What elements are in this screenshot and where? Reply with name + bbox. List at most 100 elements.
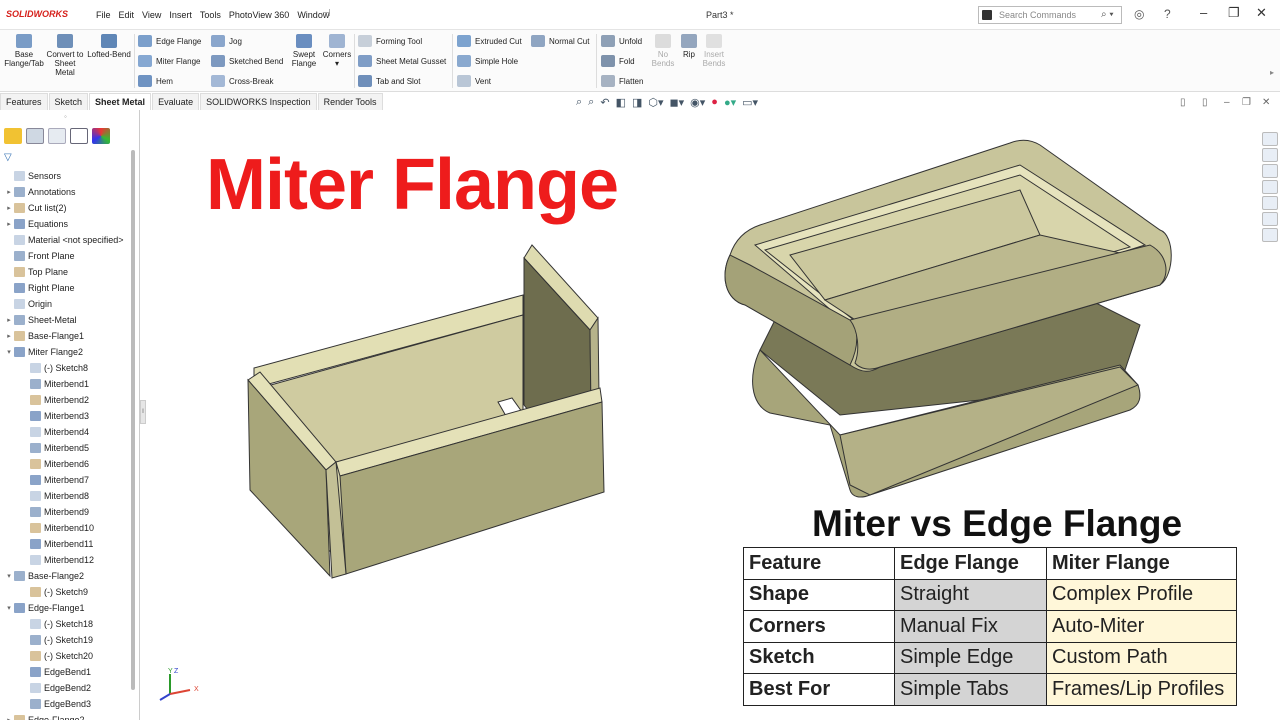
expand-arrow-icon[interactable]: ▾: [4, 348, 14, 356]
lofted-bend-button[interactable]: Lofted-Bend: [84, 34, 134, 59]
tree-node[interactable]: Miterbend10: [0, 520, 138, 536]
expand-arrow-icon[interactable]: ▸: [4, 716, 14, 720]
fold-button[interactable]: Fold: [601, 55, 635, 67]
tree-node[interactable]: Front Plane: [0, 248, 138, 264]
tree-node[interactable]: Miterbend7: [0, 472, 138, 488]
view-orientation-icon[interactable]: ⬡▾: [648, 96, 663, 109]
menu-photoview[interactable]: PhotoView 360: [229, 10, 289, 20]
viewport-tile-icon[interactable]: ▯: [1180, 97, 1186, 108]
tree-node[interactable]: Miterbend3: [0, 408, 138, 424]
tree-node[interactable]: ▾ Miter Flange2: [0, 344, 138, 360]
property-manager-tab-icon[interactable]: [26, 128, 44, 144]
display-manager-tab-icon[interactable]: [92, 128, 110, 144]
feature-manager-tab-icon[interactable]: [4, 128, 22, 144]
jog-button[interactable]: Jog: [211, 35, 242, 47]
menu-insert[interactable]: Insert: [169, 10, 192, 20]
appearances-icon[interactable]: [1262, 212, 1278, 226]
tree-node[interactable]: Miterbend1: [0, 376, 138, 392]
solidworks-resources-icon[interactable]: [1262, 132, 1278, 146]
display-style-icon[interactable]: ◼▾: [670, 96, 685, 109]
tree-node[interactable]: Miterbend8: [0, 488, 138, 504]
view-settings-icon[interactable]: ▭▾: [742, 96, 758, 109]
tree-node[interactable]: ▸ Equations: [0, 216, 138, 232]
tree-scrollbar[interactable]: [131, 150, 135, 690]
tree-node[interactable]: Miterbend4: [0, 424, 138, 440]
dimxpert-tab-icon[interactable]: [70, 128, 88, 144]
pin-icon[interactable]: ⊣: [322, 8, 331, 19]
edit-appearance-icon[interactable]: ●: [711, 96, 718, 109]
expand-arrow-icon[interactable]: ▸: [4, 316, 14, 324]
simple-hole-button[interactable]: Simple Hole: [457, 55, 518, 67]
hide-show-icon[interactable]: ◉▾: [690, 96, 705, 109]
viewport-restore-icon[interactable]: ❐: [1242, 97, 1251, 108]
tree-node[interactable]: Miterbend12: [0, 552, 138, 568]
tab-features[interactable]: Features: [0, 93, 48, 110]
ribbon-expand-icon[interactable]: ▸: [1270, 68, 1274, 77]
configuration-manager-tab-icon[interactable]: [48, 128, 66, 144]
rip-button[interactable]: Rip: [678, 34, 700, 59]
expand-arrow-icon[interactable]: ▸: [4, 220, 14, 228]
expand-arrow-icon[interactable]: ▾: [4, 604, 14, 612]
tree-node[interactable]: Origin: [0, 296, 138, 312]
swept-flange-button[interactable]: Swept Flange: [288, 34, 320, 68]
filter-icon[interactable]: ▽: [4, 152, 12, 163]
viewport-minimize-icon[interactable]: –: [1224, 97, 1230, 108]
custom-properties-icon[interactable]: [1262, 228, 1278, 242]
search-commands-input[interactable]: Search Commands ⌕ ▾: [978, 6, 1122, 24]
expand-arrow-icon[interactable]: ▾: [4, 572, 14, 580]
previous-view-icon[interactable]: ↶: [600, 96, 609, 109]
tree-node[interactable]: (-) Sketch19: [0, 632, 138, 648]
menu-view[interactable]: View: [142, 10, 161, 20]
viewport-split-icon[interactable]: ▯: [1202, 97, 1208, 108]
home-icon[interactable]: [1262, 148, 1278, 162]
tree-node[interactable]: Miterbend5: [0, 440, 138, 456]
no-bends-button[interactable]: No Bends: [648, 34, 678, 68]
tab-and-slot-button[interactable]: Tab and Slot: [358, 75, 420, 87]
expand-arrow-icon[interactable]: ▸: [4, 188, 14, 196]
zoom-area-icon[interactable]: ⌕: [588, 96, 594, 109]
tree-node[interactable]: Right Plane: [0, 280, 138, 296]
expand-arrow-icon[interactable]: ▸: [4, 204, 14, 212]
tab-sheet-metal[interactable]: Sheet Metal: [89, 93, 152, 110]
sheet-metal-gusset-button[interactable]: Sheet Metal Gusset: [358, 55, 446, 67]
miter-flange-tray-model[interactable]: [720, 135, 1200, 505]
normal-cut-button[interactable]: Normal Cut: [531, 35, 589, 47]
restore-icon[interactable]: ❐: [1228, 5, 1240, 21]
insert-bends-button[interactable]: Insert Bends: [700, 34, 728, 68]
help-icon[interactable]: ?: [1164, 7, 1171, 21]
tree-node[interactable]: Miterbend6: [0, 456, 138, 472]
design-library-icon[interactable]: [1262, 164, 1278, 178]
view-palette-icon[interactable]: [1262, 196, 1278, 210]
tree-node[interactable]: Miterbend2: [0, 392, 138, 408]
minimize-icon[interactable]: –: [1200, 5, 1207, 20]
tree-node[interactable]: (-) Sketch9: [0, 584, 138, 600]
panel-splitter[interactable]: ‖: [140, 400, 146, 424]
user-icon[interactable]: ◎: [1134, 7, 1144, 21]
tree-node[interactable]: Top Plane: [0, 264, 138, 280]
tree-node[interactable]: ▾ Edge-Flange1: [0, 600, 138, 616]
corners-dropdown-icon[interactable]: ▾: [335, 59, 339, 68]
unfold-button[interactable]: Unfold: [601, 35, 642, 47]
tree-node[interactable]: Material <not specified>: [0, 232, 138, 248]
tree-node[interactable]: ▸ Cut list(2): [0, 200, 138, 216]
tab-evaluate[interactable]: Evaluate: [152, 93, 200, 110]
sheet-metal-box-model[interactable]: [240, 240, 610, 580]
zoom-to-fit-icon[interactable]: ⌕: [576, 96, 582, 109]
tab-render-tools[interactable]: Render Tools: [317, 93, 383, 110]
expand-arrow-icon[interactable]: ▸: [4, 332, 14, 340]
apply-scene-icon[interactable]: ●▾: [724, 96, 736, 109]
panel-collapse-icon[interactable]: ◦: [64, 112, 67, 121]
tree-node[interactable]: (-) Sketch18: [0, 616, 138, 632]
vent-button[interactable]: Vent: [457, 75, 491, 87]
close-icon[interactable]: ✕: [1256, 5, 1267, 21]
tree-node[interactable]: Miterbend9: [0, 504, 138, 520]
forming-tool-button[interactable]: Forming Tool: [358, 35, 422, 47]
viewport-close-icon[interactable]: ✕: [1262, 97, 1270, 108]
hem-button[interactable]: Hem: [138, 75, 173, 87]
tab-solidworks-inspection[interactable]: SOLIDWORKS Inspection: [200, 93, 317, 110]
convert-to-sheet-metal-button[interactable]: Convert to Sheet Metal: [46, 34, 84, 77]
menu-edit[interactable]: Edit: [119, 10, 135, 20]
tab-sketch[interactable]: Sketch: [48, 93, 89, 110]
section-view-icon[interactable]: ◧: [616, 96, 626, 109]
cross-break-button[interactable]: Cross-Break: [211, 75, 273, 87]
